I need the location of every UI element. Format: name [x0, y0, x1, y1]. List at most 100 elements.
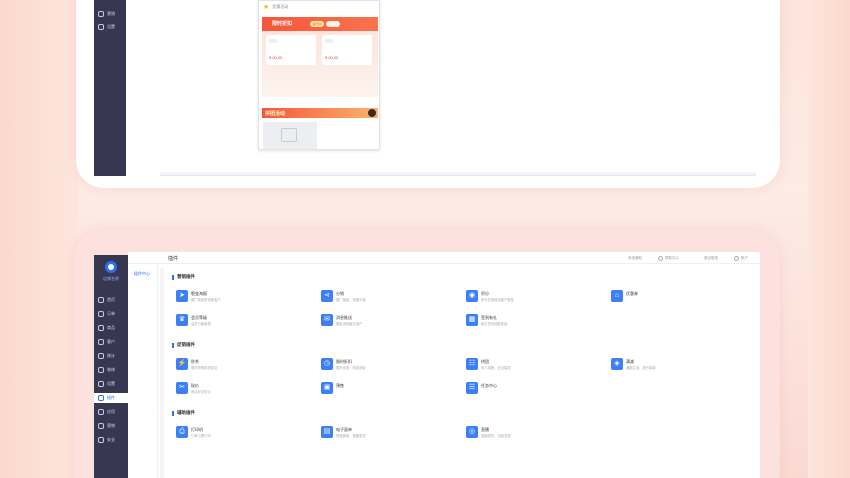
promo-banner[interactable]: 限时折扣 进行中: [262, 17, 378, 31]
section-title-text: 促销插件: [177, 342, 195, 347]
header-link-notice[interactable]: 系统通知: [628, 256, 642, 261]
plugin-card: 营销插件 ➤ 裂变海报 推广裂变带来新客户 ⋖ 分销 推广佣金，拓展分销 ◉ 积分 积分兑换增加客…: [164, 268, 758, 478]
top-preview-panel: 营销 设置 ★ 优惠活动 限时折扣 进行中 ¥ 00.00 ¥ 00.00 拼团…: [76, 0, 780, 188]
product-price: ¥ 00.00: [269, 55, 283, 60]
grid-icon: [98, 409, 104, 415]
product-price: ¥ 00.00: [325, 55, 339, 60]
list-icon: ☰: [466, 382, 478, 394]
plugin-description: 推广佣金，拓展分销: [336, 298, 366, 302]
sidebar-item-1[interactable]: 订单: [98, 311, 115, 317]
paint-icon: [98, 367, 104, 373]
section-title: 辅助插件: [172, 410, 195, 416]
plugin-tile[interactable]: ◷ 限时折扣 限时优惠，刺激消费: [321, 358, 441, 372]
top-content-card: ★ 优惠活动 限时折扣 进行中 ¥ 00.00 ¥ 00.00 拼团活动: [160, 0, 756, 172]
plugin-tile[interactable]: ♛ 会员等级 会员分级管理: [176, 314, 296, 328]
section-marker: [172, 342, 174, 348]
shield-icon: [98, 437, 104, 443]
plugin-tile[interactable]: ▣ 预售: [321, 382, 441, 396]
plugin-description: 订单小票打印: [191, 434, 211, 438]
sidebar-item-label: 营销: [107, 11, 115, 16]
phone-preview: ★ 优惠活动 限时折扣 进行中 ¥ 00.00 ¥ 00.00 拼团活动: [258, 0, 380, 150]
shield-icon: [98, 24, 104, 30]
share-icon: ⋖: [321, 290, 333, 302]
sidebar-item-5[interactable]: 装修: [98, 367, 115, 373]
sidebar-item-4[interactable]: 统计: [98, 353, 115, 359]
plugin-tile[interactable]: ◉ 积分 积分兑换增加客户黏性: [466, 290, 586, 304]
plugin-tile[interactable]: ☷ 拼团 多人成团，社交裂变: [466, 358, 586, 372]
plugin-tile[interactable]: ✉ 消息推送 模板消息触达用户: [321, 314, 441, 328]
product-tag: [325, 39, 333, 43]
sidebar-item-label: 插件: [107, 395, 115, 400]
plugin-tile[interactable]: ⋖ 分销 推广佣金，拓展分销: [321, 290, 441, 304]
sidebar-item-label: 订单: [107, 311, 115, 316]
sidebar-item-8[interactable]: 应用: [98, 409, 115, 415]
plugin-tile[interactable]: ➤ 裂变海报 推广裂变带来新客户: [176, 290, 296, 304]
sidebar-item-2[interactable]: 商品: [98, 325, 115, 331]
plugin-tile[interactable]: ◎ 直播 直播带货，流量变现: [466, 426, 586, 440]
group-buy-bar[interactable]: 拼团活动: [262, 108, 378, 118]
image-icon: [281, 128, 297, 142]
bolt-icon: ⚡: [176, 358, 188, 370]
sidebar-item-label: 设置: [107, 24, 115, 29]
sub-nav-item-plugin-center[interactable]: 插件中心: [134, 271, 150, 277]
header-link-help[interactable]: 帮助中心: [658, 256, 679, 261]
sidebar-item-10[interactable]: 安全: [98, 437, 115, 443]
box-icon: ▣: [321, 382, 333, 394]
sidebar-item-7[interactable]: 插件: [94, 393, 128, 403]
knife-icon: ✂: [176, 382, 188, 394]
doc-icon: ▤: [321, 426, 333, 438]
sidebar-item-label: 客户: [107, 339, 115, 344]
sidebar-item-6[interactable]: 设置: [98, 381, 115, 387]
page-title: 插件: [168, 256, 179, 262]
sidebar-item-label: 应用: [107, 409, 115, 414]
plugin-description: 快递面单，便捷发货: [336, 434, 366, 438]
sidebar-item-3[interactable]: 客户: [98, 339, 115, 345]
top-sidebar-item-1[interactable]: 设置: [98, 24, 115, 30]
plugin-name: 任务中心: [481, 383, 497, 388]
plugin-description: 邀请好友砍价: [191, 390, 211, 394]
sub-nav: 插件中心: [128, 264, 158, 478]
section-marker: [172, 410, 174, 416]
plugin-name: 预售: [336, 383, 344, 388]
clock-icon: [658, 256, 663, 261]
plugin-tile[interactable]: ☰ 任务中心: [466, 382, 586, 396]
group-buy-title: 拼团活动: [265, 111, 286, 117]
header-link-account[interactable]: 账户: [734, 256, 748, 261]
section-title: 营销插件: [172, 274, 195, 280]
top-content-area: ★ 优惠活动 限时折扣 进行中 ¥ 00.00 ¥ 00.00 拼团活动: [160, 0, 756, 176]
plugin-content: 营销插件 ➤ 裂变海报 推广裂变带来新客户 ⋖ 分销 推广佣金，拓展分销 ◉ 积分 积分兑换增加客…: [160, 268, 758, 478]
sidebar-item-label: 营销: [107, 423, 115, 428]
sidebar-item-label: 装修: [107, 367, 115, 372]
plugin-tile[interactable]: ⎙ 打印机 订单小票打印: [176, 426, 296, 440]
header-link-label: 退出登录: [704, 256, 718, 260]
coin-icon: ◉: [466, 290, 478, 302]
phone-title: ★ 优惠活动: [263, 3, 288, 11]
sidebar-item-0[interactable]: 首页: [98, 297, 115, 303]
sidebar-item-9[interactable]: 营销: [98, 423, 115, 429]
sidebar-item-label: 安全: [107, 437, 115, 442]
team-icon: ☷: [466, 358, 478, 370]
plugin-tile[interactable]: ⚡ 秒杀 限时抢购促进成交: [176, 358, 296, 372]
calendar-icon: ▦: [466, 314, 478, 326]
main-sidebar: 店铺名称 首页 订单 商品 客户 统计 装修 设置 插件 应用 营销 安全: [94, 255, 128, 478]
header-link-logout[interactable]: 退出登录: [704, 256, 718, 261]
plugin-tile[interactable]: ✂ 砍价 邀请好友砍价: [176, 382, 296, 396]
order-icon: [98, 311, 104, 317]
section-title: 促销插件: [172, 342, 195, 348]
background-strip-right: [808, 0, 850, 478]
tag-icon: ◈: [611, 358, 623, 370]
plugin-tile[interactable]: ▤ 电子面单 快递面单，便捷发货: [321, 426, 441, 440]
clock-icon: ◷: [321, 358, 333, 370]
top-sidebar-item-0[interactable]: 营销: [98, 11, 115, 17]
plugin-tile[interactable]: ◈ 满减 满额立减，提升客单: [611, 358, 731, 372]
promo-banner-title: 限时折扣: [272, 21, 293, 27]
product-card[interactable]: ¥ 00.00: [266, 35, 316, 65]
plugin-tile[interactable]: ▦ 签到有礼 每日签到领取奖励: [466, 314, 586, 328]
plugin-description: 积分兑换增加客户黏性: [481, 298, 514, 302]
plugin-description: 多人成团，社交裂变: [481, 366, 511, 370]
product-card[interactable]: ¥ 00.00: [322, 35, 372, 65]
plugin-tile[interactable]: ⌂ 优惠券: [611, 290, 731, 304]
phone-title-text: 优惠活动: [272, 4, 289, 9]
crown-icon: ♛: [176, 314, 188, 326]
plugin-description: 限时优惠，刺激消费: [336, 366, 366, 370]
